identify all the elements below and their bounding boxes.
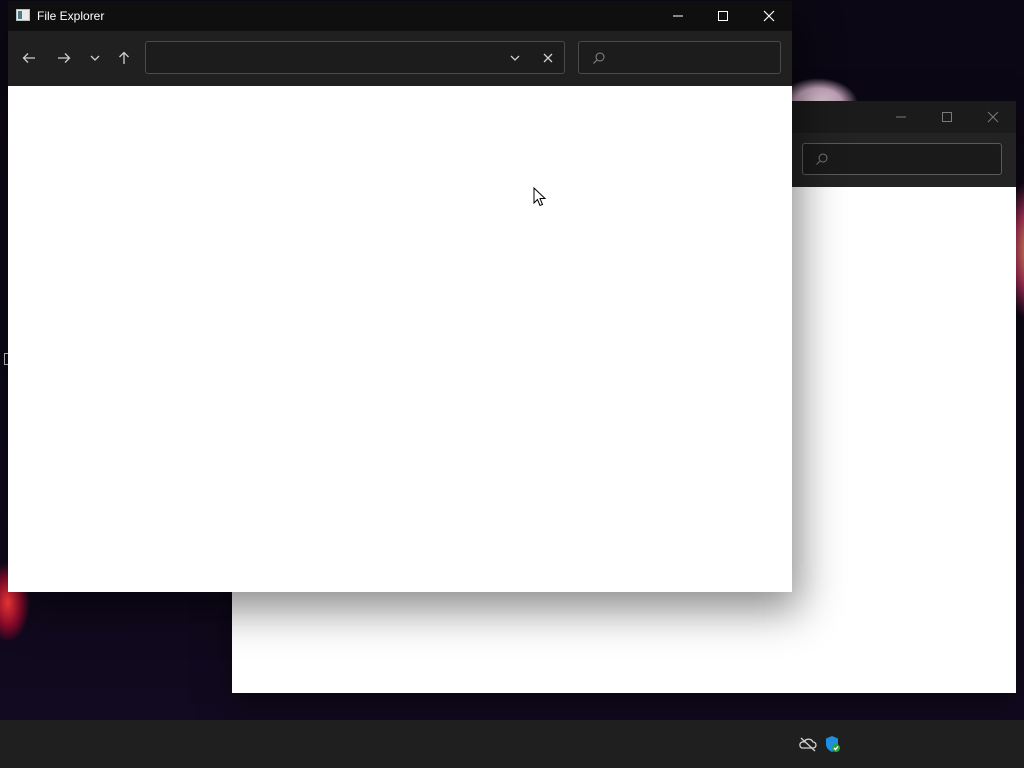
search-box[interactable] [578,41,781,74]
file-list-area[interactable] [8,86,792,592]
chevron-down-icon [510,55,520,61]
taskbar [0,720,1024,768]
file-explorer-window[interactable]: File Explorer [8,1,792,592]
clear-address-button[interactable] [536,46,560,70]
address-history-button[interactable] [503,46,527,70]
maximize-button[interactable] [700,1,746,31]
close-icon [763,10,775,22]
close-icon [543,53,553,63]
close-button[interactable] [746,1,792,31]
address-bar[interactable] [145,41,565,74]
maximize-icon [718,11,728,21]
close-icon [987,111,999,123]
window-title: File Explorer [37,9,105,23]
mouse-cursor-icon [533,187,547,207]
recent-locations-button[interactable] [82,46,108,70]
forward-button[interactable] [51,46,77,70]
up-button[interactable] [111,46,137,70]
minimize-icon [673,15,683,17]
file-explorer-app-icon [16,9,30,21]
background-search-box[interactable] [802,143,1002,175]
background-minimize-button[interactable] [878,101,924,133]
maximize-icon [942,112,952,122]
minimize-button[interactable] [655,1,701,31]
back-button[interactable] [16,46,42,70]
chevron-down-icon [90,55,100,61]
arrow-up-icon [119,51,129,64]
minimize-icon [896,116,906,118]
arrow-left-icon [22,53,35,63]
onedrive-offline-icon[interactable] [798,734,818,754]
background-maximize-button[interactable] [924,101,970,133]
titlebar[interactable]: File Explorer [8,1,792,31]
arrow-right-icon [58,53,71,63]
toolbar [8,31,792,86]
search-icon [816,153,828,165]
windows-security-icon[interactable] [822,734,842,754]
search-icon [593,52,605,64]
background-close-button[interactable] [970,101,1016,133]
